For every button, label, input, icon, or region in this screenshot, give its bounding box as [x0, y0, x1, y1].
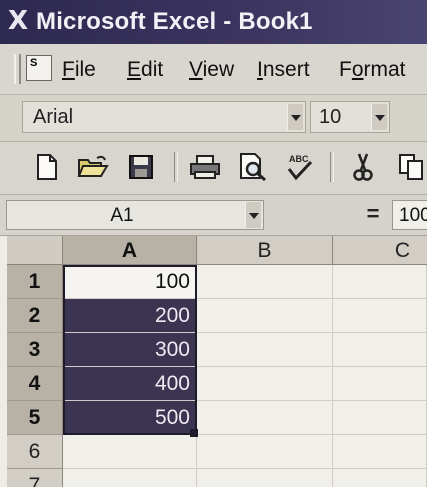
- formula-input[interactable]: 100: [392, 200, 427, 230]
- cell-b7[interactable]: [197, 469, 333, 487]
- menu-format-pre: F: [339, 58, 352, 81]
- menubar-grip[interactable]: [14, 54, 21, 84]
- name-box-dropdown-icon[interactable]: [245, 202, 261, 228]
- row-header-5[interactable]: 5: [7, 401, 63, 435]
- cell-c4[interactable]: [333, 367, 427, 401]
- fill-handle[interactable]: [190, 429, 198, 437]
- formatting-toolbar: Arial 10: [0, 95, 427, 142]
- menu-format-label: rmat: [363, 58, 406, 81]
- menu-file-accel: F: [62, 58, 75, 81]
- font-size-value: 10: [319, 106, 342, 128]
- menu-file-label: ile: [74, 58, 96, 81]
- name-box[interactable]: A1: [6, 200, 264, 230]
- excel-logo-icon: X: [8, 6, 29, 36]
- menu-bar: S File Edit View Insert Format: [0, 44, 427, 95]
- menu-file[interactable]: File: [62, 58, 96, 82]
- workbook-icon[interactable]: S: [26, 55, 52, 81]
- new-icon[interactable]: [30, 150, 64, 184]
- cell-b6[interactable]: [197, 435, 333, 469]
- cell-a7[interactable]: [63, 469, 197, 487]
- cell-c1[interactable]: [333, 265, 427, 299]
- cell-a5-value: 500: [154, 406, 190, 429]
- cell-a5[interactable]: 500: [63, 401, 197, 435]
- menu-insert[interactable]: Insert: [257, 58, 310, 82]
- worksheet-grid: A B C 1 2 3 4 5 6 7 100 200 300 400 500: [0, 236, 427, 487]
- window-title: Microsoft Excel - Book1: [36, 8, 313, 35]
- cell-a6[interactable]: [63, 435, 197, 469]
- row-header-3[interactable]: 3: [7, 333, 63, 367]
- menu-format[interactable]: Format: [339, 58, 406, 82]
- name-box-value: A1: [110, 205, 134, 226]
- column-header-b[interactable]: B: [197, 236, 333, 265]
- title-bar: X Microsoft Excel - Book1: [0, 0, 427, 44]
- standard-toolbar: ABC: [0, 142, 427, 195]
- formula-bar: A1 = 100: [0, 195, 427, 236]
- menu-insert-label: nsert: [262, 58, 310, 81]
- copy-icon[interactable]: [396, 150, 427, 184]
- cell-c5[interactable]: [333, 401, 427, 435]
- cell-a2-value: 200: [154, 304, 190, 327]
- font-value: Arial: [33, 106, 74, 128]
- menu-view-label: iew: [202, 58, 235, 81]
- menu-view[interactable]: View: [189, 58, 234, 82]
- font-size-dropdown-icon[interactable]: [371, 104, 387, 130]
- cell-a4-value: 400: [154, 372, 190, 395]
- font-size-select[interactable]: 10: [310, 101, 390, 133]
- save-icon[interactable]: [124, 150, 158, 184]
- menu-edit-label: dit: [141, 58, 164, 81]
- row-header-6[interactable]: 6: [7, 435, 63, 469]
- column-header-a[interactable]: A: [63, 236, 197, 265]
- cell-b5[interactable]: [197, 401, 333, 435]
- cell-b2[interactable]: [197, 299, 333, 333]
- row-header-4[interactable]: 4: [7, 367, 63, 401]
- row-header-2[interactable]: 2: [7, 299, 63, 333]
- select-all-button[interactable]: [7, 236, 63, 265]
- cut-icon[interactable]: [346, 150, 380, 184]
- cell-b1[interactable]: [197, 265, 333, 299]
- cell-c7[interactable]: [333, 469, 427, 487]
- cell-a3[interactable]: 300: [63, 333, 197, 367]
- menu-view-accel: V: [189, 58, 203, 81]
- workbook-icon-label: S: [30, 57, 38, 69]
- font-select[interactable]: Arial: [22, 101, 306, 133]
- row-header-1[interactable]: 1: [7, 265, 63, 299]
- cell-b4[interactable]: [197, 367, 333, 401]
- cell-a2[interactable]: 200: [63, 299, 197, 333]
- column-header-c[interactable]: C: [333, 236, 427, 265]
- font-dropdown-icon[interactable]: [287, 104, 303, 130]
- toolbar-separator: [174, 152, 178, 182]
- cell-c3[interactable]: [333, 333, 427, 367]
- cell-c2[interactable]: [333, 299, 427, 333]
- menu-edit[interactable]: Edit: [127, 58, 163, 82]
- edit-formula-button[interactable]: =: [358, 203, 388, 226]
- toolbar-separator: [330, 152, 334, 182]
- print-preview-icon[interactable]: [236, 150, 270, 184]
- row-header-7[interactable]: 7: [7, 469, 63, 487]
- cell-c6[interactable]: [333, 435, 427, 469]
- cell-a3-value: 300: [154, 338, 190, 361]
- spelling-icon[interactable]: ABC: [282, 150, 316, 184]
- cell-b3[interactable]: [197, 333, 333, 367]
- cell-a1[interactable]: 100: [63, 265, 197, 299]
- menu-format-accel: o: [351, 58, 364, 81]
- cell-a4[interactable]: 400: [63, 367, 197, 401]
- print-icon[interactable]: [188, 150, 222, 184]
- cell-a1-value: 100: [154, 270, 190, 293]
- svg-text:ABC: ABC: [289, 154, 309, 164]
- open-icon[interactable]: [76, 150, 110, 184]
- formula-value: 100: [399, 205, 427, 226]
- menu-edit-accel: E: [127, 58, 142, 81]
